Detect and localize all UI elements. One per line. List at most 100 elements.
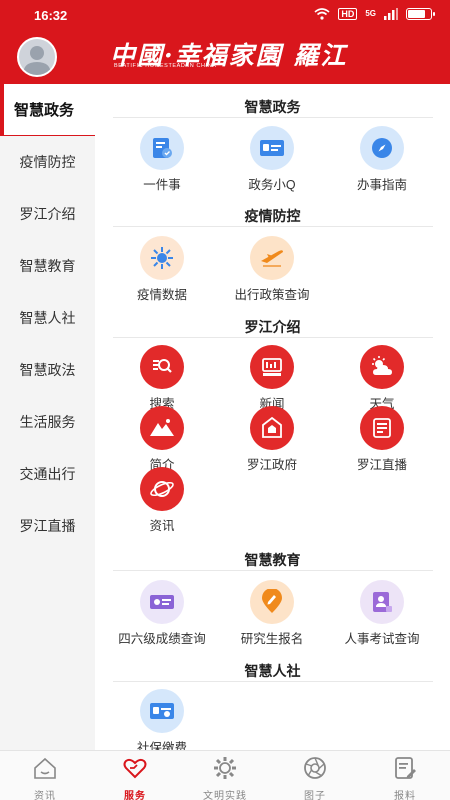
service-item-info[interactable]: 资讯 (107, 467, 217, 534)
exam-icon (360, 580, 404, 624)
bottom-tab-bar: 资讯 服务 文明实践 图子 报料 (0, 750, 450, 800)
service-content: 智慧政务 一件事 政务小Q 办事指南 疫情防控 疫情数据 出行政策查询 罗江介绍 (95, 84, 450, 750)
live-icon (360, 406, 404, 450)
service-label: 人事考试查询 (344, 632, 420, 646)
app-header: 16:32 HD 5G 中國·幸福家園 羅江 BEATIFIC HOMESTEA… (0, 0, 450, 84)
signal-label: 5G (365, 9, 376, 18)
user-avatar[interactable] (17, 37, 57, 77)
social-card-icon (140, 689, 184, 733)
tab-civilization-practice[interactable]: 文明实践 (180, 755, 270, 800)
service-item-one-thing[interactable]: 一件事 (107, 126, 217, 193)
section-title: 智慧教育 (244, 552, 301, 568)
gear-icon (214, 757, 236, 779)
battery-icon (406, 8, 435, 20)
sidebar-item-label: 疫情防控 (19, 154, 76, 170)
tab-news[interactable]: 资讯 (0, 755, 90, 800)
service-item-luojiang-government[interactable]: 罗江政府 (217, 406, 327, 473)
tab-pictures[interactable]: 图子 (270, 755, 360, 800)
section-divider (113, 337, 433, 338)
sidebar-item-life-services[interactable]: 生活服务 (0, 396, 95, 448)
service-item-news[interactable]: 新闻 (217, 345, 327, 412)
service-label: 疫情数据 (136, 288, 187, 302)
section-title: 智慧人社 (244, 663, 301, 679)
sidebar-item-label: 智慧政法 (19, 362, 76, 378)
status-time: 16:32 (34, 8, 68, 23)
tab-label: 服务 (124, 791, 146, 800)
virus-icon (140, 236, 184, 280)
wifi-icon (314, 8, 330, 20)
sidebar-item-live[interactable]: 罗江直播 (0, 500, 95, 552)
section-divider (113, 117, 433, 118)
id-card-icon (250, 126, 294, 170)
sidebar-item-label: 罗江介绍 (19, 206, 76, 222)
airplane-icon (250, 236, 294, 280)
service-item-intro[interactable]: 简介 (107, 406, 217, 473)
tab-report[interactable]: 报料 (360, 755, 450, 800)
service-label: 研究生报名 (240, 632, 304, 646)
weather-icon (360, 345, 404, 389)
section-divider (113, 226, 433, 227)
brand-subtitle: BEATIFIC HOMESTEAD IN CHINA (114, 63, 217, 69)
sidebar-item-social-security[interactable]: 智慧人社 (0, 292, 95, 344)
service-item-weather[interactable]: 天气 (327, 345, 437, 412)
sidebar-item-transport[interactable]: 交通出行 (0, 448, 95, 500)
service-label: 社保缴费 (136, 741, 187, 750)
pen-pin-icon (250, 580, 294, 624)
section-divider (113, 570, 433, 571)
sidebar-item-label: 生活服务 (19, 414, 76, 430)
section-divider (113, 681, 433, 682)
news-icon (250, 345, 294, 389)
sidebar-item-label: 智慧教育 (19, 258, 76, 274)
service-item-guide[interactable]: 办事指南 (327, 126, 437, 193)
service-item-cet-score[interactable]: 四六级成绩查询 (107, 580, 217, 647)
service-label: 罗江政府 (246, 458, 297, 472)
tab-label: 文明实践 (203, 791, 247, 800)
status-bar: 16:32 HD 5G (0, 0, 450, 30)
compass-icon (360, 126, 404, 170)
sidebar-item-smart-government[interactable]: 智慧政务 (0, 84, 95, 136)
ticket-icon (140, 580, 184, 624)
edit-doc-icon (395, 757, 416, 779)
service-item-graduate-registration[interactable]: 研究生报名 (217, 580, 327, 647)
planet-icon (140, 467, 184, 511)
doc-card-icon (140, 126, 184, 170)
service-label: 资讯 (149, 519, 175, 533)
signal-bars-icon (384, 8, 398, 20)
service-item-luojiang-live[interactable]: 罗江直播 (327, 406, 437, 473)
home-icon (34, 757, 56, 779)
tab-label: 图子 (304, 791, 326, 800)
section-title: 罗江介绍 (244, 319, 301, 335)
service-item-gov-q[interactable]: 政务小Q (217, 126, 327, 193)
sidebar-item-label: 智慧政务 (14, 102, 75, 119)
service-item-epidemic-data[interactable]: 疫情数据 (107, 236, 217, 303)
section-title: 智慧政务 (244, 99, 301, 115)
service-label: 出行政策查询 (234, 288, 310, 302)
category-sidebar: 智慧政务 疫情防控 罗江介绍 智慧教育 智慧人社 智慧政法 生活服务 交通出行 … (0, 84, 95, 750)
sidebar-item-epidemic[interactable]: 疫情防控 (0, 136, 95, 188)
aperture-icon (304, 757, 326, 779)
tab-label: 资讯 (34, 791, 56, 800)
government-icon (250, 406, 294, 450)
tab-label: 报料 (394, 791, 416, 800)
status-icons: HD 5G (314, 8, 435, 20)
sidebar-item-label: 罗江直播 (19, 518, 76, 534)
service-item-social-insurance-payment[interactable]: 社保缴费 (107, 689, 217, 750)
service-label: 政务小Q (248, 178, 296, 192)
search-icon (140, 345, 184, 389)
mountain-icon (140, 406, 184, 450)
tab-services[interactable]: 服务 (90, 755, 180, 800)
service-label: 四六级成绩查询 (118, 632, 206, 646)
service-item-personnel-exam[interactable]: 人事考试查询 (327, 580, 437, 647)
service-item-search[interactable]: 搜索 (107, 345, 217, 412)
hd-badge: HD (338, 8, 358, 20)
heart-hand-icon (123, 758, 147, 779)
sidebar-item-law[interactable]: 智慧政法 (0, 344, 95, 396)
sidebar-item-education[interactable]: 智慧教育 (0, 240, 95, 292)
service-item-travel-policy[interactable]: 出行政策查询 (217, 236, 327, 303)
person-icon (23, 46, 51, 75)
sidebar-item-label: 交通出行 (19, 466, 76, 482)
sidebar-item-luojiang-intro[interactable]: 罗江介绍 (0, 188, 95, 240)
sidebar-item-label: 智慧人社 (19, 310, 76, 326)
section-title: 疫情防控 (244, 208, 301, 224)
brand-logo: 中國·幸福家園 羅江 BEATIFIC HOMESTEAD IN CHINA (110, 36, 345, 76)
